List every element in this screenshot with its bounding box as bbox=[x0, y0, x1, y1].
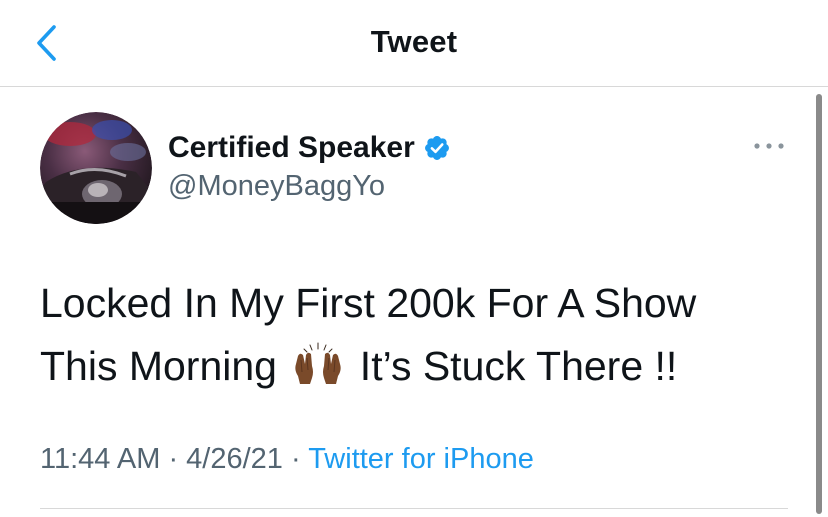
author-name[interactable]: Certified Speaker bbox=[168, 131, 415, 165]
tweet-text-segment: This Morning bbox=[40, 343, 277, 389]
more-horizontal-icon bbox=[754, 143, 784, 149]
tweet-text-line-1: Locked In My First 200k For A Show bbox=[40, 280, 697, 326]
tweet-text-line-2: This Morning It’s Stuck There !! bbox=[40, 335, 780, 398]
tweet-date: 4/26/21 bbox=[186, 443, 283, 475]
tweet-detail-screen: Tweet Certified Speaker @MoneyBaggYo Loc… bbox=[0, 0, 828, 517]
author-name-row[interactable]: Certified Speaker bbox=[168, 128, 451, 168]
avatar[interactable] bbox=[40, 112, 152, 224]
raised-hands-emoji-icon bbox=[292, 341, 344, 385]
tweet-text-segment: It’s Stuck There !! bbox=[359, 343, 678, 389]
tweet-meta: 11:44 AM · 4/26/21 · Twitter for iPhone bbox=[40, 443, 534, 476]
meta-separator: · bbox=[160, 443, 187, 475]
tweet-time: 11:44 AM bbox=[40, 443, 161, 475]
tweet-source-link[interactable]: Twitter for iPhone bbox=[308, 443, 534, 475]
divider bbox=[40, 508, 788, 509]
author-handle[interactable]: @MoneyBaggYo bbox=[168, 170, 385, 203]
verified-badge-icon bbox=[423, 134, 451, 162]
tweet-text: Locked In My First 200k For A Show This … bbox=[40, 272, 780, 398]
avatar-image bbox=[40, 112, 152, 224]
navigation-bar: Tweet bbox=[0, 0, 828, 87]
more-options-button[interactable] bbox=[746, 132, 792, 160]
meta-separator: · bbox=[282, 443, 309, 475]
scrollbar[interactable] bbox=[816, 94, 822, 514]
page-title: Tweet bbox=[370, 24, 458, 59]
